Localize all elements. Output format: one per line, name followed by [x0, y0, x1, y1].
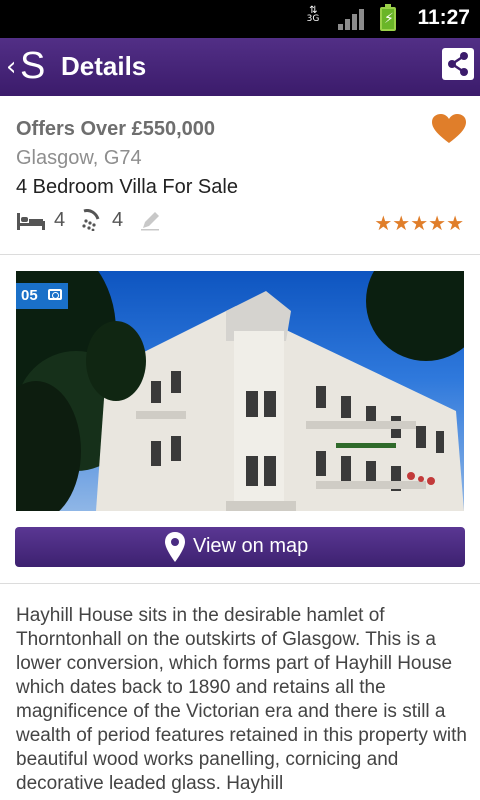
property-photo[interactable] [16, 271, 464, 511]
bathroom-count: 4 [112, 209, 124, 231]
view-on-map-label: View on map [193, 535, 309, 557]
bed-icon [17, 213, 45, 230]
share-button[interactable] [442, 48, 474, 80]
signal-strength-icon [338, 8, 364, 30]
listing-location: Glasgow, G74 [16, 147, 142, 169]
chevron-left-icon: ‹ [6, 52, 17, 82]
favorite-button[interactable] [432, 114, 466, 144]
camera-icon [48, 289, 62, 300]
rating-stars: ★★★★★ [374, 211, 464, 235]
listing-type: 4 Bedroom Villa For Sale [16, 176, 238, 198]
listing-summary: Offers Over £550,000 Glasgow, G74 4 Bedr… [0, 96, 480, 255]
page-title: Details [61, 51, 147, 81]
app-bar: ‹ S Details [0, 38, 480, 96]
status-time: 11:27 [417, 6, 470, 29]
network-type: 3G [306, 14, 320, 24]
map-pin-icon [165, 532, 185, 562]
listing-price: Offers Over £550,000 [16, 118, 216, 140]
property-description: Hayhill House sits in the desirable haml… [16, 605, 467, 794]
photo-count-badge[interactable]: 05 [16, 283, 68, 309]
section-divider [0, 583, 480, 584]
view-on-map-button[interactable]: View on map [15, 527, 465, 567]
network-indicator: ⇅ 3G [304, 6, 322, 32]
app-logo-icon: S [20, 45, 46, 87]
share-icon [448, 52, 468, 76]
pencil-icon [141, 212, 159, 231]
heart-icon [432, 114, 466, 143]
property-image [16, 271, 464, 511]
shower-icon [82, 209, 100, 231]
bedroom-count: 4 [54, 209, 66, 231]
status-bar: ⇅ 3G ⚡ 11:27 [0, 0, 480, 38]
battery-charging-icon: ⚡ [380, 4, 396, 31]
photo-count: 05 [21, 287, 38, 304]
back-button[interactable]: ‹ S [6, 45, 50, 88]
